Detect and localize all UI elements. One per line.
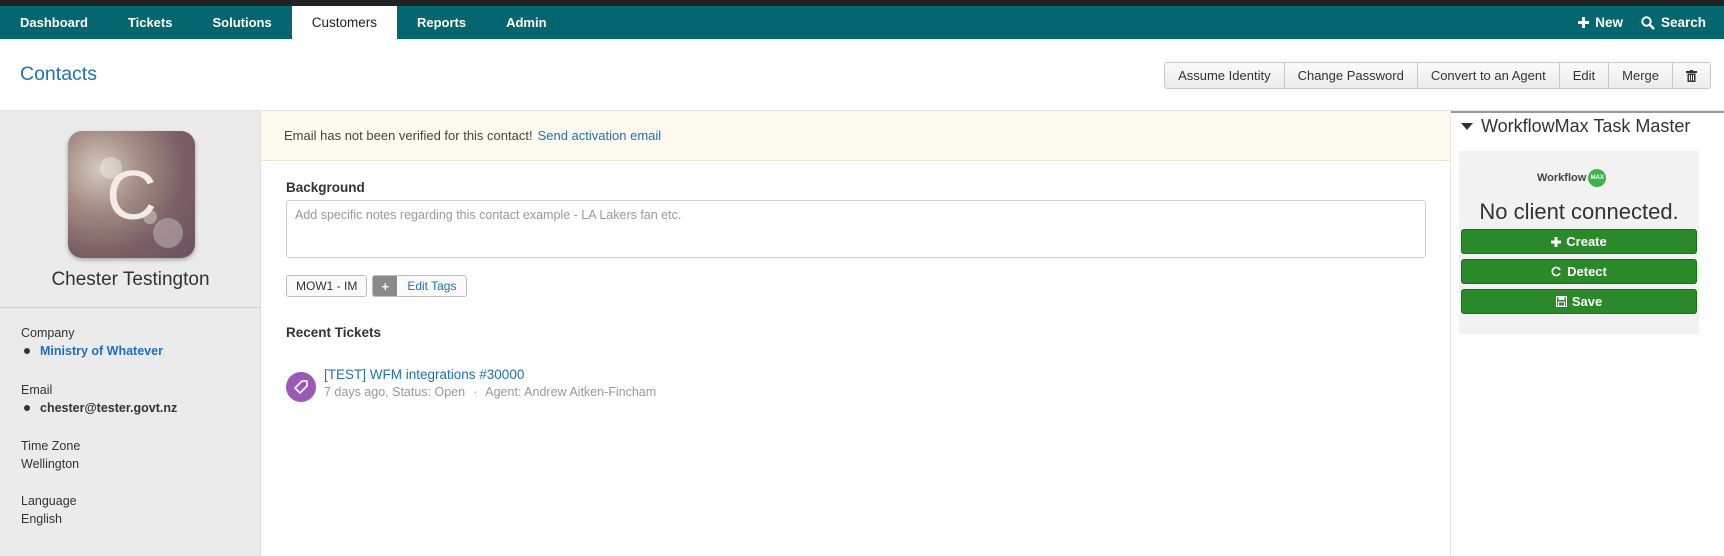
workflowmax-logo: Workflow MAX [1537,169,1607,187]
plus-icon [1578,17,1590,28]
ticket-title-link[interactable]: [TEST] WFM integrations #30000 [324,367,524,382]
search-label: Search [1660,15,1706,30]
create-label: Create [1566,234,1607,249]
contact-name: Chester Testington [51,269,210,290]
company-link[interactable]: Ministry of Whatever [40,344,163,358]
edit-button[interactable]: Edit [1560,63,1610,88]
bullet-icon [24,405,30,411]
email-value: chester@tester.govt.nz [40,401,178,415]
timezone-value: Wellington [21,457,80,471]
contact-sidebar: C Chester Testington Company Ministry of… [0,111,261,556]
language-label: Language [21,494,77,508]
page-header: Contacts Assume Identity Change Password… [0,39,1724,111]
background-label: Background [286,180,365,195]
trash-icon [1686,69,1697,82]
convert-to-agent-button[interactable]: Convert to an Agent [1418,63,1560,88]
refresh-icon [1551,266,1562,277]
no-client-message: No client connected. [1479,199,1679,224]
page-title: Contacts [20,63,97,85]
search-icon [1641,15,1655,30]
timezone-label: Time Zone [21,439,81,453]
company-section: Company Ministry of Whatever [21,326,163,358]
ticket-icon [286,372,316,402]
background-notes-input[interactable]: Add specific notes regarding this contac… [286,200,1426,258]
tab-reports[interactable]: Reports [397,6,486,39]
panel-top-border [1451,111,1724,113]
verification-alert: Email has not been verified for this con… [261,111,1450,161]
assume-identity-button[interactable]: Assume Identity [1165,63,1285,88]
workflowmax-sidebar: WorkflowMax Task Master Workflow MAX No … [1451,111,1724,556]
tab-solutions[interactable]: Solutions [192,6,291,39]
change-password-button[interactable]: Change Password [1285,63,1418,88]
company-label: Company [21,326,75,340]
ticket-agent: Agent: Andrew Aitken-Fincham [485,385,657,399]
bullet-icon [24,348,30,354]
email-section: Email chester@tester.govt.nz [21,383,177,415]
edit-tags-button[interactable]: + Edit Tags [372,275,468,297]
language-section: Language English [21,494,77,526]
plus-icon: + [373,276,398,296]
workflowmax-panel: Workflow MAX No client connected. Create… [1459,151,1699,334]
tab-customers[interactable]: Customers [291,6,397,39]
tab-tickets[interactable]: Tickets [108,6,193,39]
detect-button[interactable]: Detect [1461,259,1697,284]
logo-text: Workflow [1537,172,1587,184]
edit-tags-label: Edit Tags [397,276,467,296]
avatar: C [68,131,195,258]
logo-badge: MAX [1588,169,1607,187]
delete-button[interactable] [1673,63,1710,88]
workflowmax-header[interactable]: WorkflowMax Task Master [1461,116,1690,137]
create-button[interactable]: Create [1461,229,1697,254]
top-navigation: Dashboard Tickets Solutions Customers Re… [0,6,1724,39]
sidebar-divider [0,307,261,308]
tab-admin[interactable]: Admin [486,6,566,39]
language-value: English [21,512,62,526]
contact-actions: Assume Identity Change Password Convert … [1164,62,1711,89]
avatar-letter: C [106,155,157,234]
merge-button[interactable]: Merge [1609,63,1673,88]
separator-dot: · [473,385,478,399]
email-label: Email [21,383,53,397]
search-button[interactable]: Search [1641,15,1724,30]
tag-item[interactable]: MOW1 - IM [286,275,368,297]
ticket-status: 7 days ago, Status: Open [324,385,466,399]
timezone-section: Time Zone Wellington [21,439,80,471]
floppy-disk-icon [1555,296,1567,307]
contact-main: Email has not been verified for this con… [261,111,1451,556]
tag-shape-icon [294,380,308,394]
caret-down-icon [1461,123,1473,130]
recent-tickets-label: Recent Tickets [286,325,382,340]
ticket-meta: 7 days ago, Status: Open · Agent: Andrew… [324,385,656,399]
tags-row: MOW1 - IM + Edit Tags [286,275,468,297]
alert-text: Email has not been verified for this con… [284,128,533,143]
workflowmax-title: WorkflowMax Task Master [1481,116,1691,136]
save-label: Save [1571,294,1603,309]
new-label: New [1595,15,1623,30]
send-activation-link[interactable]: Send activation email [538,128,662,143]
detect-label: Detect [1567,264,1607,279]
new-button[interactable]: New [1578,15,1641,30]
save-button[interactable]: Save [1461,289,1697,314]
tab-dashboard[interactable]: Dashboard [0,6,108,39]
plus-icon [1551,236,1562,247]
